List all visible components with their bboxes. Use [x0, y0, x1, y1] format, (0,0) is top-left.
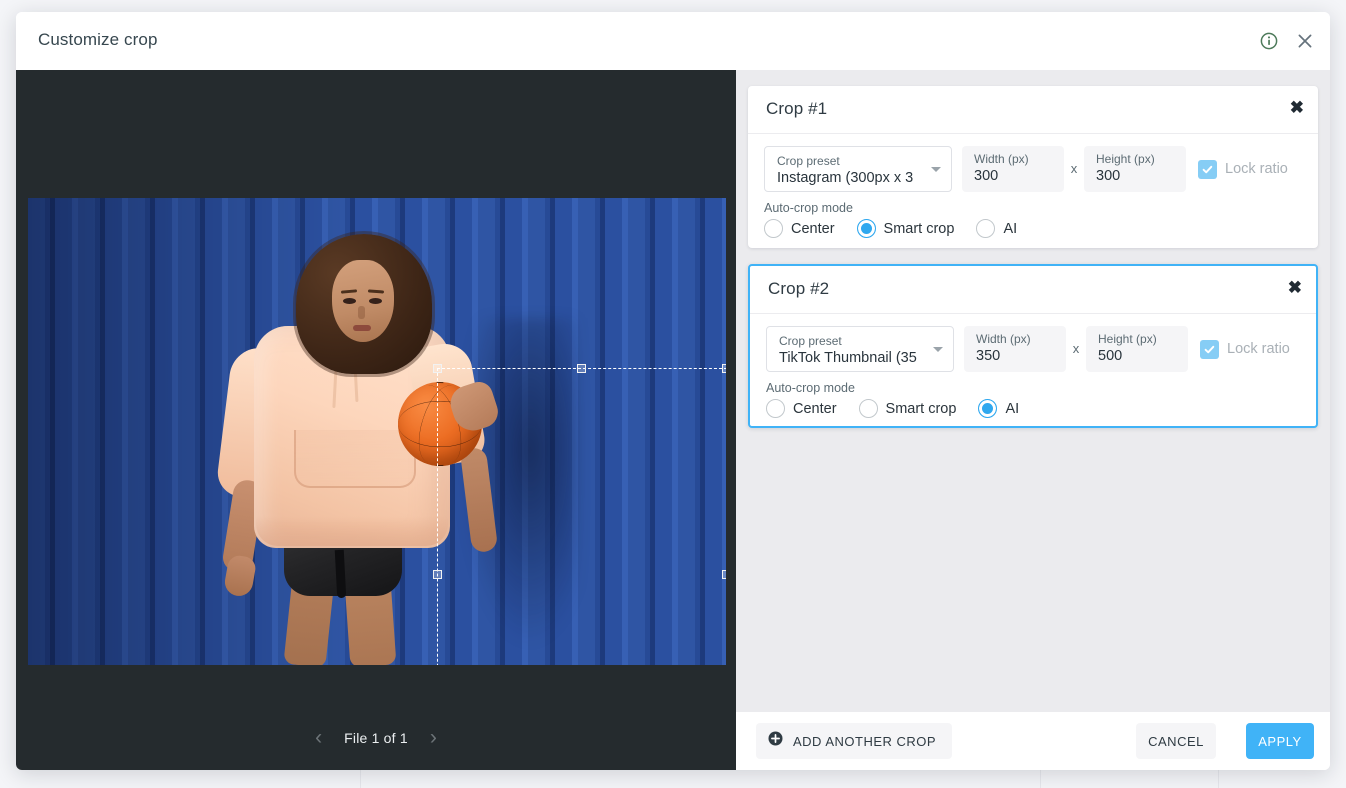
lock-ratio-toggle[interactable]: Lock ratio — [1200, 326, 1290, 372]
lock-ratio-label: Lock ratio — [1225, 161, 1288, 177]
crop-card-2[interactable]: Crop #2 ✖ Crop preset TikTok Thumbnail (… — [748, 264, 1318, 428]
crop-dimension-row: Crop preset TikTok Thumbnail (35 Width (… — [766, 326, 1300, 372]
crop-handle-top-right[interactable] — [722, 364, 726, 373]
image-preview-pane[interactable]: ‹ File 1 of 1 › — [16, 70, 736, 770]
crop-height-label: Height (px) — [1098, 332, 1157, 346]
crop-preset-label: Crop preset — [777, 154, 840, 168]
chevron-down-icon — [931, 167, 941, 172]
radio-center[interactable]: Center — [766, 399, 837, 418]
crop-handle-middle-left[interactable] — [433, 570, 442, 579]
radio-label: AI — [1005, 400, 1020, 417]
check-icon — [1198, 159, 1217, 179]
crop-height-value: 300 — [1096, 168, 1121, 184]
crop-width-label: Width (px) — [976, 332, 1031, 346]
crop-settings-panel: Crop #1 ✖ Crop preset Instagram (300px x… — [736, 70, 1330, 712]
crop-width-value: 350 — [976, 348, 1001, 364]
modal-titlebar: Customize crop — [16, 12, 1330, 70]
radio-icon-selected — [856, 219, 876, 238]
nose — [358, 306, 365, 319]
crop-height-value: 500 — [1098, 348, 1123, 364]
plus-circle-icon — [768, 731, 783, 751]
info-circle-icon[interactable] — [1256, 28, 1282, 54]
add-another-crop-label: ADD ANOTHER CROP — [793, 733, 937, 749]
crop-handle-top-center[interactable] — [577, 364, 586, 373]
crop-width-input[interactable]: Width (px) 350 — [964, 326, 1066, 372]
crop-card-header: Crop #1 ✖ — [748, 86, 1318, 134]
chevron-right-icon[interactable]: › — [430, 727, 437, 748]
hoodie-hem — [256, 516, 448, 546]
crop-handle-top-left[interactable] — [433, 364, 442, 373]
eye-left — [343, 298, 356, 304]
crop-card-header: Crop #2 ✖ — [750, 266, 1316, 314]
radio-label: Smart crop — [885, 400, 957, 417]
modal-footer: ADD ANOTHER CROP CANCEL APPLY — [736, 712, 1330, 770]
crop-card-1[interactable]: Crop #1 ✖ Crop preset Instagram (300px x… — [748, 86, 1318, 248]
auto-crop-mode-label: Auto-crop mode — [764, 201, 853, 215]
page-title: Customize crop — [38, 30, 158, 49]
crop-width-value: 300 — [974, 168, 999, 184]
radio-icon — [764, 219, 783, 238]
radio-icon — [976, 219, 996, 238]
radio-label: Center — [793, 400, 837, 417]
mouth — [353, 325, 371, 331]
crop-selection-box[interactable] — [433, 364, 726, 665]
crop-card-body: Crop preset TikTok Thumbnail (35 Width (… — [750, 314, 1316, 418]
eye-right — [369, 298, 382, 304]
hoodie-pocket — [294, 430, 416, 488]
radio-icon — [766, 399, 785, 418]
crop-preset-select[interactable]: Crop preset Instagram (300px x 3 — [764, 146, 952, 192]
crop-preset-value: Instagram (300px x 3 — [777, 170, 914, 186]
remove-crop-icon[interactable]: ✖ — [1288, 279, 1302, 296]
radio-ai[interactable]: AI — [976, 219, 1017, 238]
crop-height-input[interactable]: Height (px) 500 — [1086, 326, 1188, 372]
crop-width-label: Width (px) — [974, 152, 1029, 166]
customize-crop-modal: Customize crop ‹ File 1 of 1 › Crop #1 ✖… — [16, 12, 1330, 770]
file-navigator: ‹ File 1 of 1 › — [16, 727, 736, 748]
remove-crop-icon[interactable]: ✖ — [1290, 99, 1304, 116]
radio-smart-crop[interactable]: Smart crop — [858, 399, 957, 418]
chevron-down-icon — [933, 347, 943, 352]
crop-handle-middle-right[interactable] — [722, 570, 726, 579]
close-icon[interactable] — [1292, 28, 1318, 54]
crop-preset-value: TikTok Thumbnail (35 — [779, 350, 917, 366]
dimension-separator: x — [1072, 341, 1080, 356]
radio-ai[interactable]: AI — [978, 399, 1019, 418]
dimension-separator: x — [1070, 161, 1078, 176]
radio-label: Smart crop — [883, 220, 955, 237]
radio-icon — [858, 399, 878, 418]
radio-icon-selected — [978, 399, 998, 418]
auto-crop-mode-label: Auto-crop mode — [766, 381, 855, 395]
lock-ratio-label: Lock ratio — [1227, 341, 1290, 357]
lock-ratio-toggle[interactable]: Lock ratio — [1198, 146, 1288, 192]
source-image — [28, 198, 726, 665]
crop-width-input[interactable]: Width (px) 300 — [962, 146, 1064, 192]
radio-center[interactable]: Center — [764, 219, 835, 238]
file-counter: File 1 of 1 — [344, 729, 408, 746]
crop-card-title: Crop #1 — [766, 99, 828, 118]
add-another-crop-button[interactable]: ADD ANOTHER CROP — [756, 723, 953, 759]
crop-height-label: Height (px) — [1096, 152, 1155, 166]
crop-card-body: Crop preset Instagram (300px x 3 Width (… — [748, 134, 1318, 238]
radio-smart-crop[interactable]: Smart crop — [856, 219, 955, 238]
auto-crop-mode-group: Center Smart crop AI — [766, 399, 1300, 418]
apply-button[interactable]: APPLY — [1246, 723, 1314, 759]
crop-preset-select[interactable]: Crop preset TikTok Thumbnail (35 — [766, 326, 954, 372]
crop-card-title: Crop #2 — [768, 279, 830, 298]
chevron-left-icon[interactable]: ‹ — [315, 727, 322, 748]
crop-preset-label: Crop preset — [779, 334, 842, 348]
check-icon — [1200, 339, 1219, 359]
radio-label: Center — [791, 220, 835, 237]
cancel-button[interactable]: CANCEL — [1136, 723, 1216, 759]
crop-height-input[interactable]: Height (px) 300 — [1084, 146, 1186, 192]
crop-dimension-row: Crop preset Instagram (300px x 3 Width (… — [764, 146, 1302, 192]
radio-label: AI — [1003, 220, 1018, 237]
auto-crop-mode-group: Center Smart crop AI — [764, 219, 1302, 238]
